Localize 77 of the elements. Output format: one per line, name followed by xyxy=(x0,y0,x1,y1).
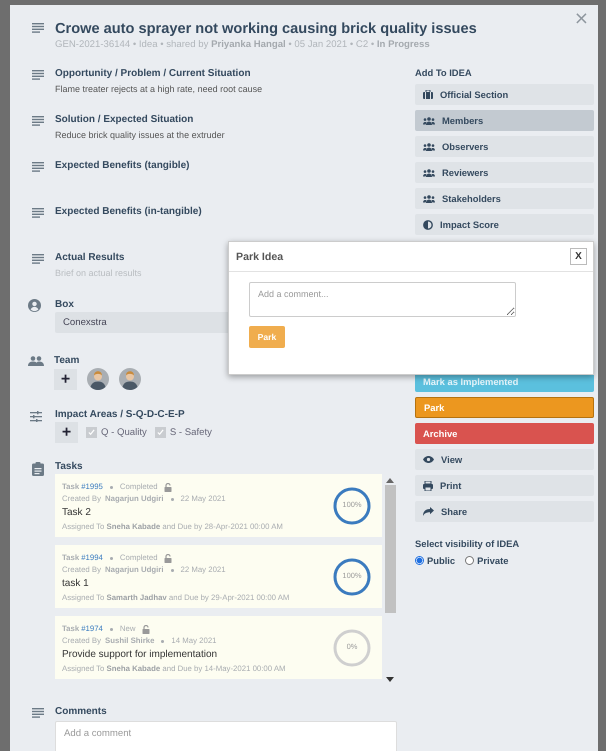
sidebar-button[interactable]: Stakeholders xyxy=(415,188,594,209)
action-button[interactable]: View xyxy=(415,449,594,470)
people-icon xyxy=(28,356,44,366)
add-to-idea-heading: Add To IDEA xyxy=(415,67,473,79)
share-icon xyxy=(423,507,434,516)
section-label: Actual Results xyxy=(55,251,126,264)
dot-icon xyxy=(110,628,113,630)
task-title: task 1 xyxy=(62,578,90,589)
people-icon xyxy=(423,116,435,124)
avatar-icon xyxy=(87,368,109,390)
checkbox-label: S - Safety xyxy=(170,427,212,438)
section-text: Flame treater rejects at a high rate, need root cause xyxy=(55,84,262,94)
sidebar-button[interactable]: Official Section xyxy=(415,84,594,105)
task-title: Task 2 xyxy=(62,507,92,518)
text-lines-icon xyxy=(32,162,44,172)
task-title: Provide support for implementation xyxy=(62,649,218,660)
section-text: Reduce brick quality issues at the extruder xyxy=(55,130,225,140)
text-lines-icon xyxy=(32,70,44,80)
sidebar-button[interactable]: Members xyxy=(415,110,594,131)
unlock-icon xyxy=(164,482,173,492)
text-lines-icon xyxy=(32,708,44,718)
contrast-icon xyxy=(423,220,433,230)
visibility-label: Select visibility of IDEA xyxy=(415,538,520,550)
impact-areas-label: Impact Areas / S-Q-D-C-E-P xyxy=(55,408,186,421)
radio-label: Public xyxy=(427,555,456,566)
radio-button[interactable] xyxy=(415,556,424,565)
idea-title: Crowe auto sprayer not working causing brick quality issues xyxy=(55,20,477,38)
text-lines-icon xyxy=(32,23,44,33)
box-label: Box xyxy=(55,298,75,311)
scroll-down-icon[interactable] xyxy=(386,677,394,682)
printer-icon xyxy=(423,480,433,490)
dialog-title: Park Idea xyxy=(236,250,284,262)
sidebar-button[interactable]: Impact Score xyxy=(415,214,594,235)
section-label: Expected Benefits (tangible) xyxy=(55,159,190,172)
people-icon xyxy=(423,194,435,202)
scroll-up-icon[interactable] xyxy=(386,478,394,483)
dot-icon xyxy=(110,486,113,488)
close-button[interactable]: X xyxy=(570,248,587,265)
action-button[interactable]: Print xyxy=(415,475,594,496)
sidebar-button[interactable]: Reviewers xyxy=(415,162,594,183)
checkbox-label: Q - Quality xyxy=(101,427,147,438)
clipboard-icon xyxy=(32,462,44,476)
idea-meta: GEN-2021-36144 • Idea • shared by Priyanka Hangal • 05 Jan 2021 • C2 • In Progress xyxy=(55,38,431,51)
progress-ring xyxy=(332,557,372,597)
radio-button[interactable] xyxy=(465,556,474,565)
unlock-icon xyxy=(142,624,150,634)
team-label: Team xyxy=(54,354,80,367)
radio-label: Private xyxy=(477,555,508,566)
text-lines-icon xyxy=(32,208,44,218)
comment-field[interactable]: Add a comment... xyxy=(249,282,516,317)
progress-ring xyxy=(332,486,372,526)
section-label: Solution / Expected Situation xyxy=(55,113,194,126)
section-label: Expected Benefits (in-tangible) xyxy=(55,205,202,218)
unlock-icon xyxy=(164,554,173,562)
comment-field[interactable]: Add a comment xyxy=(55,721,397,751)
briefcase-icon xyxy=(423,90,433,99)
progress-ring xyxy=(332,628,372,668)
dot-icon xyxy=(161,640,164,642)
add-button[interactable]: + xyxy=(55,422,78,443)
avatar-icon xyxy=(119,368,141,390)
tasks-label: Tasks xyxy=(55,460,84,473)
eye-icon xyxy=(423,456,434,463)
people-icon xyxy=(423,168,435,176)
action-button[interactable]: Archive xyxy=(415,423,594,444)
text-lines-icon xyxy=(32,116,44,126)
dot-icon xyxy=(170,498,174,500)
user-circle-icon xyxy=(28,299,41,312)
people-icon xyxy=(423,142,435,150)
sidebar-button[interactable]: Observers xyxy=(415,136,594,157)
dot-icon xyxy=(170,568,174,572)
section-label: Opportunity / Problem / Current Situation xyxy=(55,67,252,80)
dot-icon xyxy=(110,556,113,560)
add-button[interactable]: + xyxy=(54,368,77,390)
sliders-icon xyxy=(30,411,42,422)
text-lines-icon xyxy=(32,254,44,264)
comments-label: Comments xyxy=(55,705,108,718)
action-button[interactable]: Share xyxy=(415,501,594,522)
